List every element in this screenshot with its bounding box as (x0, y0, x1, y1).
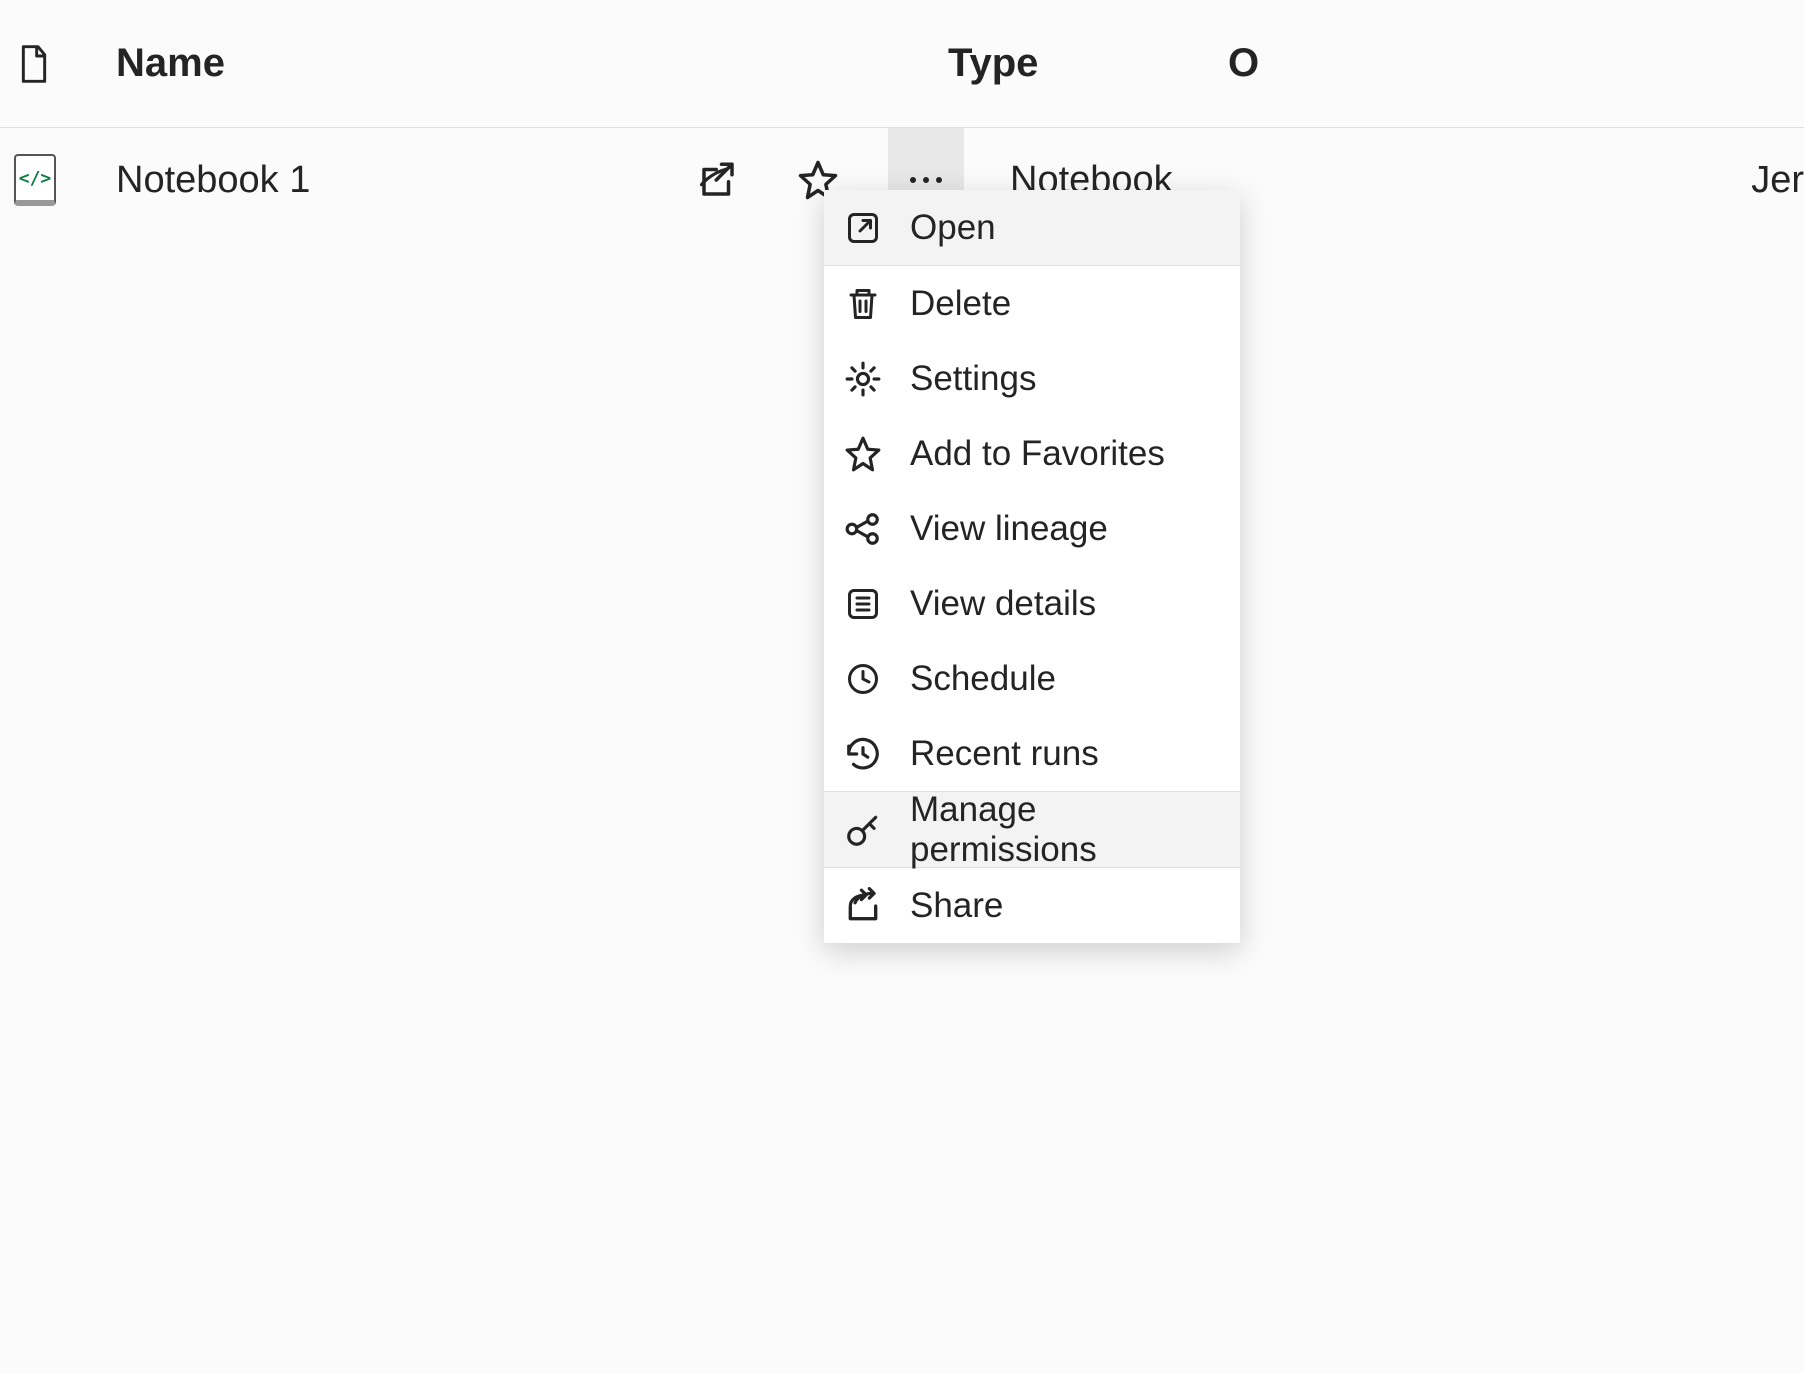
menu-item-label: Manage permissions (910, 790, 1220, 870)
lineage-icon (844, 510, 882, 548)
key-icon (844, 811, 882, 849)
menu-item-share[interactable]: Share (824, 868, 1240, 943)
menu-item-settings[interactable]: Settings (824, 341, 1240, 416)
row-owner-partial: Jer (1751, 159, 1804, 202)
menu-item-schedule[interactable]: Schedule (824, 641, 1240, 716)
share-icon (844, 887, 882, 925)
share-button[interactable] (688, 150, 748, 210)
menu-item-lineage[interactable]: View lineage (824, 491, 1240, 566)
menu-item-label: Add to Favorites (910, 434, 1165, 474)
menu-item-recent-runs[interactable]: Recent runs (824, 716, 1240, 791)
menu-item-label: Recent runs (910, 734, 1099, 774)
table-header: Name Type O (0, 0, 1804, 128)
star-icon (844, 435, 882, 473)
menu-item-permissions[interactable]: Manage permissions (824, 792, 1240, 867)
row-icon-cell: </> (14, 154, 116, 206)
menu-item-label: View lineage (910, 509, 1108, 549)
history-icon (844, 735, 882, 773)
menu-item-label: Open (910, 208, 996, 248)
column-header-name[interactable]: Name (116, 41, 948, 86)
open-external-icon (844, 209, 882, 247)
share-icon (697, 159, 739, 201)
trash-icon (844, 285, 882, 323)
context-menu: Open Delete Settings Add to Favorites (824, 190, 1240, 943)
header-icon-column (18, 44, 116, 84)
column-header-type[interactable]: Type (948, 41, 1228, 86)
menu-item-open[interactable]: Open (824, 190, 1240, 265)
menu-item-favorites[interactable]: Add to Favorites (824, 416, 1240, 491)
menu-item-details[interactable]: View details (824, 566, 1240, 641)
menu-item-label: Delete (910, 284, 1011, 324)
details-icon (844, 585, 882, 623)
menu-item-label: View details (910, 584, 1096, 624)
column-header-owner-partial[interactable]: O (1228, 41, 1259, 86)
row-name[interactable]: Notebook 1 (116, 159, 676, 202)
menu-item-label: Settings (910, 359, 1036, 399)
notebook-icon: </> (14, 154, 56, 206)
more-horizontal-icon (907, 175, 945, 185)
menu-item-label: Schedule (910, 659, 1056, 699)
clock-icon (844, 660, 882, 698)
menu-item-delete[interactable]: Delete (824, 266, 1240, 341)
gear-icon (844, 360, 882, 398)
menu-item-label: Share (910, 886, 1003, 926)
file-icon (18, 44, 50, 84)
